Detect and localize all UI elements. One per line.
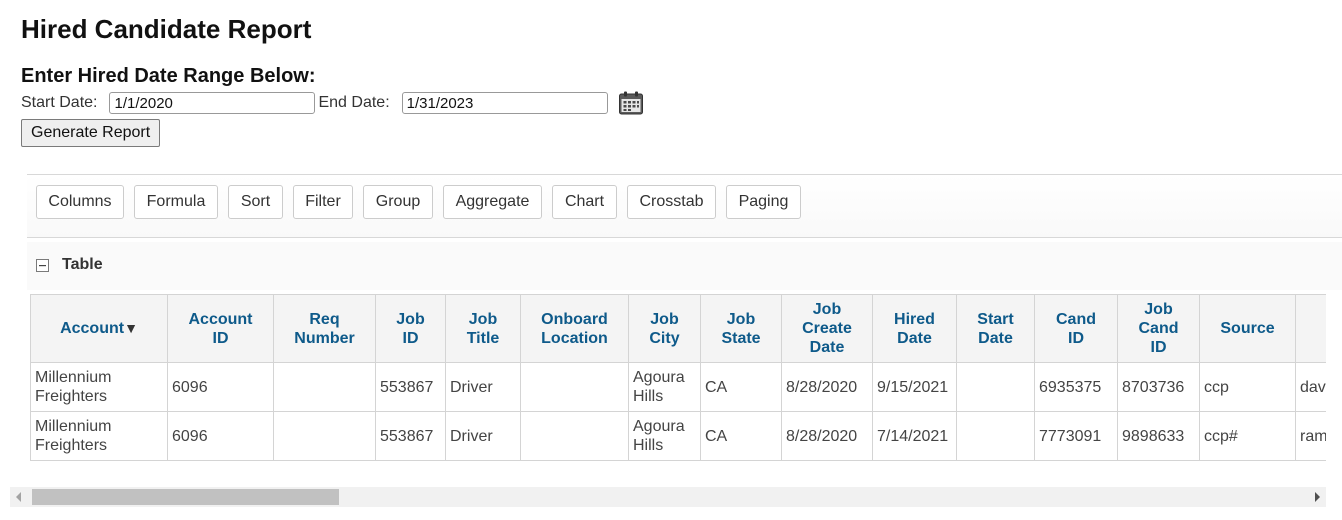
group-button[interactable]: Group (363, 185, 433, 219)
cell-cand-id: 6935375 (1034, 362, 1118, 412)
column-header-job-state[interactable]: Job State (700, 294, 782, 363)
cell-job-cand-id: 9898633 (1117, 411, 1200, 461)
column-header-job-title[interactable]: Job Title (445, 294, 521, 363)
cell-next: ram (1295, 411, 1326, 461)
cell-req-number (273, 362, 376, 412)
column-header-onboard-location[interactable]: Onboard Location (520, 294, 629, 363)
horizontal-scrollbar[interactable] (10, 487, 1326, 507)
cell-account: Millennium Freighters (30, 411, 168, 461)
page-title: Hired Candidate Report (21, 14, 312, 44)
column-header-start-date[interactable]: Start Date (956, 294, 1035, 363)
cell-job-state: CA (700, 362, 782, 412)
cell-job-cand-id: 8703736 (1117, 362, 1200, 412)
column-header-job-create-date[interactable]: Job Create Date (781, 294, 873, 363)
cell-account-id: 6096 (167, 362, 274, 412)
cell-job-city: Agoura Hills (628, 362, 701, 412)
cell-hired-date: 7/14/2021 (872, 411, 957, 461)
cell-job-title: Driver (445, 411, 521, 461)
cell-hired-date: 9/15/2021 (872, 362, 957, 412)
start-date-label: Start Date: (21, 94, 98, 111)
end-date-input[interactable] (401, 92, 608, 114)
scrollbar-thumb[interactable] (32, 489, 339, 505)
cell-start-date (956, 362, 1035, 412)
table-section-header: Table (27, 242, 1342, 290)
cell-account-id: 6096 (167, 411, 274, 461)
paging-button[interactable]: Paging (726, 185, 801, 219)
cell-job-create-date: 8/28/2020 (781, 411, 873, 461)
cell-account: Millennium Freighters (30, 362, 168, 412)
generate-report-button[interactable]: Generate Report (21, 119, 161, 147)
date-range-row: Start Date: End Date: (21, 89, 644, 117)
calendar-icon[interactable] (618, 90, 644, 116)
cell-job-id: 553867 (375, 362, 446, 412)
cell-source: ccp (1199, 362, 1296, 412)
column-header-account[interactable]: Account▼ (30, 294, 168, 363)
column-header-hired-date[interactable]: Hired Date (872, 294, 957, 363)
column-header-next[interactable] (1295, 294, 1326, 363)
column-header-req-number[interactable]: Req Number (273, 294, 376, 363)
table-section-label: Table (62, 256, 103, 273)
column-header-job-id[interactable]: Job ID (375, 294, 446, 363)
column-header-cand-id[interactable]: Cand ID (1034, 294, 1118, 363)
column-header-source[interactable]: Source (1199, 294, 1296, 363)
table-row[interactable]: Millennium Freighters 6096 553867 Driver … (30, 362, 1326, 412)
column-header-job-city[interactable]: Job City (628, 294, 701, 363)
cell-job-create-date: 8/28/2020 (781, 362, 873, 412)
formula-button[interactable]: Formula (134, 185, 218, 219)
cell-job-city: Agoura Hills (628, 411, 701, 461)
filter-button[interactable]: Filter (293, 185, 353, 219)
sort-descending-icon: ▼ (124, 320, 138, 336)
date-range-heading: Enter Hired Date Range Below: (21, 65, 316, 87)
grid-header-row: Account▼ Account ID Req Number Job ID Job Ti… (30, 294, 1326, 363)
cell-cand-id: 7773091 (1034, 411, 1118, 461)
cell-source: ccp# (1199, 411, 1296, 461)
column-header-account-id[interactable]: Account ID (167, 294, 274, 363)
cell-next: dav (1295, 362, 1326, 412)
scroll-left-arrow-icon[interactable] (16, 492, 21, 502)
cell-onboard-location (520, 411, 629, 461)
cell-job-state: CA (700, 411, 782, 461)
start-date-input[interactable] (109, 92, 316, 114)
report-toolbar: Columns Formula Sort Filter Group Aggreg… (27, 174, 1342, 238)
table-row[interactable]: Millennium Freighters 6096 553867 Driver … (30, 411, 1326, 461)
cell-onboard-location (520, 362, 629, 412)
chart-button[interactable]: Chart (552, 185, 617, 219)
cell-req-number (273, 411, 376, 461)
crosstab-button[interactable]: Crosstab (627, 185, 716, 219)
scroll-right-arrow-icon[interactable] (1315, 492, 1320, 502)
end-date-label: End Date: (318, 94, 390, 111)
columns-button[interactable]: Columns (36, 185, 124, 219)
cell-job-title: Driver (445, 362, 521, 412)
cell-start-date (956, 411, 1035, 461)
cell-job-id: 553867 (375, 411, 446, 461)
report-grid: Account▼ Account ID Req Number Job ID Job Ti… (30, 294, 1326, 462)
collapse-minus-icon[interactable] (36, 259, 49, 272)
column-header-job-cand-id[interactable]: Job Cand ID (1117, 294, 1200, 363)
aggregate-button[interactable]: Aggregate (443, 185, 542, 219)
sort-button[interactable]: Sort (228, 185, 283, 219)
